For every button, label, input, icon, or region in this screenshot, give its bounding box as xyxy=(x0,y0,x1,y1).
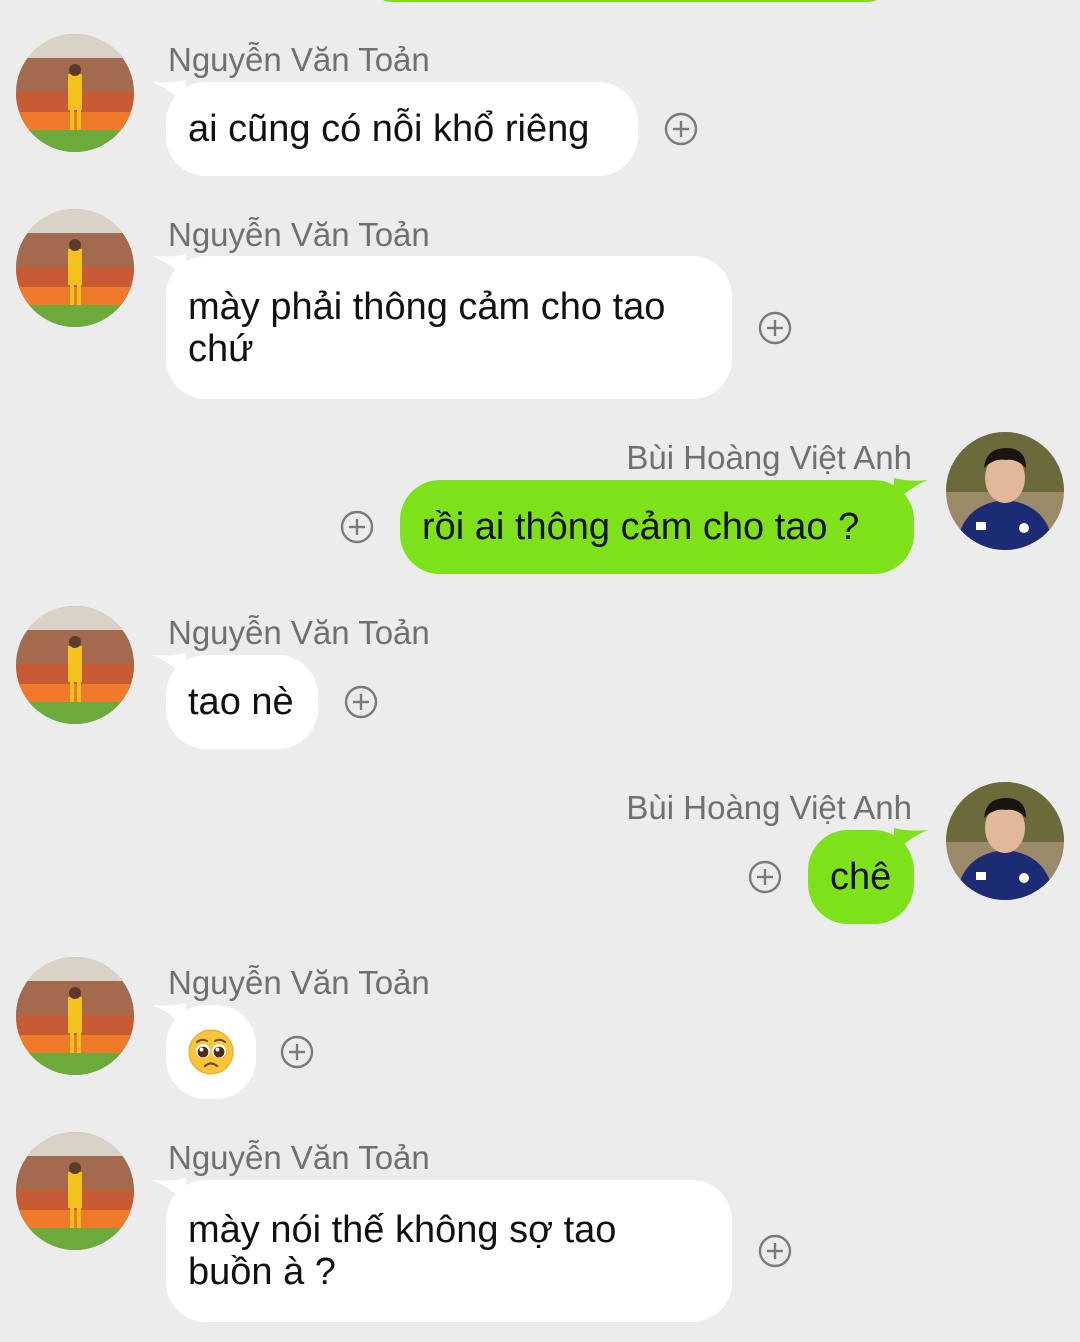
sender-name: Nguyễn Văn Toản xyxy=(168,964,430,1001)
avatar[interactable] xyxy=(16,957,134,1075)
avatar-goalkeeper-photo xyxy=(16,957,134,1075)
plus-circle-icon[interactable] xyxy=(758,1234,792,1268)
message-bubble[interactable]: chê xyxy=(808,830,914,924)
avatar-goalkeeper-photo xyxy=(16,34,134,152)
avatar-goalkeeper-photo xyxy=(16,606,134,724)
sender-name: Nguyễn Văn Toản xyxy=(168,614,430,651)
message-bubble[interactable]: mày nói thế không sợ tao buồn à ? xyxy=(166,1180,732,1322)
sender-name: Bùi Hoàng Việt Anh xyxy=(626,789,912,826)
bubble-tail xyxy=(894,478,928,504)
avatar[interactable] xyxy=(16,1132,134,1250)
avatar[interactable] xyxy=(16,209,134,327)
avatar-goalkeeper-photo xyxy=(16,1132,134,1250)
bubble-tail xyxy=(152,653,186,679)
plus-circle-icon[interactable] xyxy=(748,860,782,894)
avatar-portrait-photo xyxy=(946,782,1064,900)
previous-message-bubble xyxy=(370,0,890,2)
sender-name: Nguyễn Văn Toản xyxy=(168,216,430,253)
avatar[interactable] xyxy=(16,606,134,724)
bubble-tail xyxy=(894,828,928,854)
plus-circle-icon[interactable] xyxy=(344,685,378,719)
plus-circle-icon[interactable] xyxy=(664,112,698,146)
plus-circle-icon[interactable] xyxy=(340,510,374,544)
message-bubble[interactable] xyxy=(166,1005,256,1099)
bubble-tail xyxy=(152,1178,186,1204)
avatar[interactable] xyxy=(946,432,1064,550)
plus-circle-icon[interactable] xyxy=(758,311,792,345)
message-text: tao nè xyxy=(188,681,294,723)
sender-name: Nguyễn Văn Toản xyxy=(168,41,430,78)
avatar-goalkeeper-photo xyxy=(16,209,134,327)
message-bubble[interactable]: mày phải thông cảm cho tao chứ xyxy=(166,256,732,399)
message-text: ai cũng có nỗi khổ riêng xyxy=(188,108,590,150)
message-bubble[interactable]: rồi ai thông cảm cho tao ? xyxy=(400,480,914,574)
pleading-face-emoji xyxy=(188,1029,234,1075)
message-text: mày phải thông cảm cho tao chứ xyxy=(188,285,666,370)
avatar[interactable] xyxy=(946,782,1064,900)
message-bubble[interactable]: ai cũng có nỗi khổ riêng xyxy=(166,82,638,176)
message-text: rồi ai thông cảm cho tao ? xyxy=(422,506,860,548)
bubble-tail xyxy=(152,254,186,280)
message-text: mày nói thế không sợ tao buồn à ? xyxy=(188,1209,617,1293)
plus-circle-icon[interactable] xyxy=(280,1035,314,1069)
message-bubble[interactable]: tao nè xyxy=(166,655,318,749)
message-text: chê xyxy=(830,856,892,898)
avatar[interactable] xyxy=(16,34,134,152)
sender-name: Nguyễn Văn Toản xyxy=(168,1139,430,1176)
avatar-portrait-photo xyxy=(946,432,1064,550)
bubble-tail xyxy=(152,80,186,106)
bubble-tail xyxy=(152,1003,186,1029)
sender-name: Bùi Hoàng Việt Anh xyxy=(626,439,912,476)
